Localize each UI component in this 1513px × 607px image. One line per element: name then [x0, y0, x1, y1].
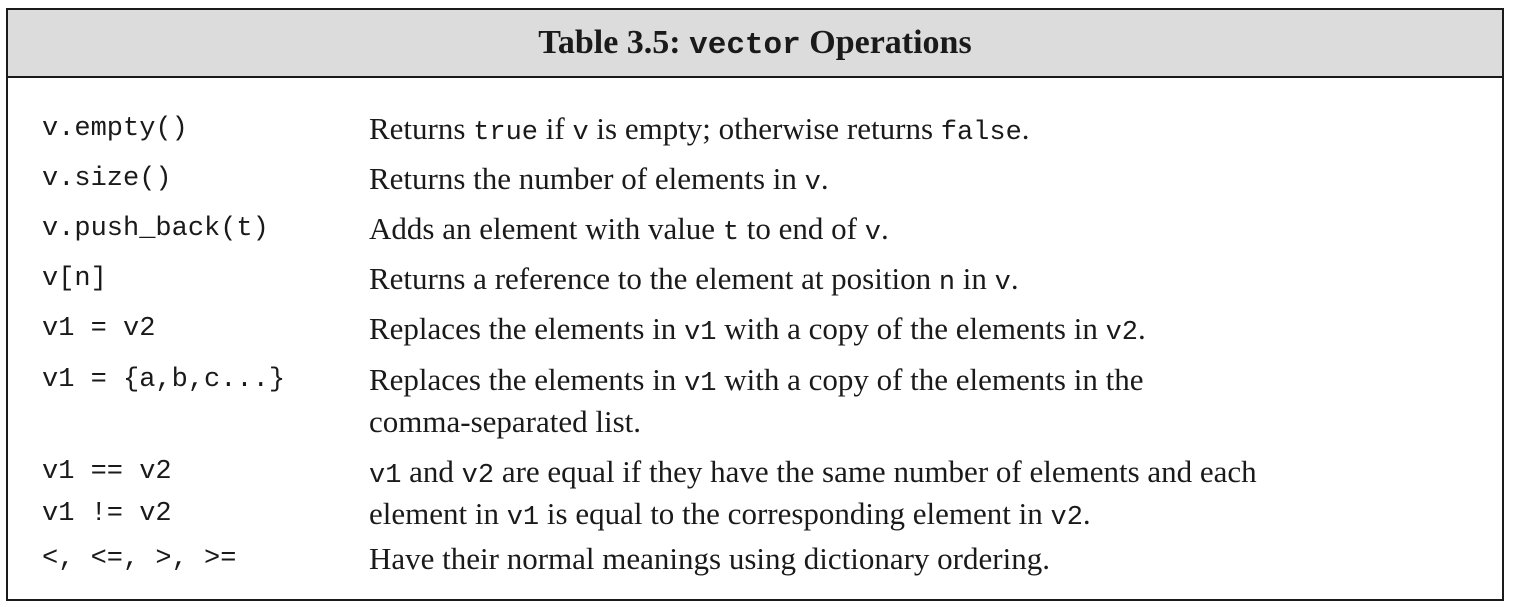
- operation-cell: v.empty(): [42, 114, 188, 144]
- desc-text: .: [1010, 261, 1019, 296]
- description-cell: Returns the number of elements in v.: [369, 158, 1484, 204]
- operation-cell: v1 = {a,b,c...}: [42, 365, 286, 395]
- description-cell: Returns true if v is empty; otherwise re…: [369, 108, 1484, 154]
- operation-cell: v1 == v2: [42, 457, 172, 487]
- table-body: v.empty() Returns true if v is empty; oth…: [8, 78, 1502, 599]
- desc-code: true: [473, 118, 538, 148]
- desc-code: t: [722, 218, 740, 248]
- desc-code: v2: [461, 461, 495, 491]
- desc-text: with a copy of the elements in: [716, 311, 1106, 346]
- desc-text: Returns a reference to the element at po…: [369, 261, 939, 296]
- desc-text: Replaces the elements in: [369, 311, 685, 346]
- operation-cell: <, <=, >, >=: [42, 544, 237, 574]
- desc-code: v1: [684, 318, 717, 348]
- desc-code: n: [938, 268, 956, 298]
- table-header: Table 3.5: vector Operations: [8, 10, 1502, 78]
- desc-text: element in: [369, 496, 507, 531]
- desc-text: in: [955, 261, 995, 296]
- desc-text: .: [1021, 111, 1030, 146]
- desc-text: and: [401, 454, 462, 489]
- title-prefix: Table 3.5:: [538, 23, 690, 61]
- desc-code: false: [940, 118, 1022, 148]
- desc-code: v: [994, 268, 1011, 298]
- desc-text: are equal if they have the same number o…: [494, 454, 1257, 489]
- table-frame: Table 3.5: vector Operations v.empty() Re…: [6, 8, 1504, 601]
- description-cell-continued: element in v1 is equal to the correspond…: [369, 493, 1484, 539]
- desc-text: Have their normal meanings using diction…: [369, 541, 1050, 576]
- desc-text: is equal to the corresponding element in: [539, 496, 1051, 531]
- desc-code: v1: [506, 503, 540, 533]
- desc-text: with a copy of the elements in the: [716, 362, 1144, 397]
- desc-code: v1: [369, 461, 402, 491]
- operation-cell: v[n]: [42, 264, 107, 294]
- operation-cell: v.size(): [42, 164, 172, 194]
- desc-text: Replaces the elements in: [369, 362, 685, 397]
- operation-cell: v.push_back(t): [42, 214, 269, 244]
- table-title: Table 3.5: vector Operations: [538, 24, 971, 63]
- description-cell: v1 and v2 are equal if they have the sam…: [369, 451, 1484, 497]
- desc-text: comma-separated list.: [369, 404, 642, 439]
- desc-text: .: [880, 211, 889, 246]
- desc-text: Returns the number of elements in: [369, 161, 805, 196]
- desc-text: Adds an element with value: [369, 211, 723, 246]
- desc-text: .: [1138, 311, 1146, 346]
- operation-cell: v1 = v2: [42, 314, 156, 344]
- desc-code: v2: [1105, 318, 1138, 348]
- desc-text: .: [820, 161, 829, 196]
- desc-code: v: [572, 118, 589, 148]
- description-cell: Returns a reference to the element at po…: [369, 258, 1484, 304]
- title-code: vector: [689, 27, 801, 63]
- description-cell: Replaces the elements in v1 with a copy …: [369, 308, 1484, 354]
- desc-code: v: [804, 168, 821, 198]
- desc-text: to end of: [739, 211, 865, 246]
- desc-text: if: [538, 111, 573, 146]
- description-cell: Have their normal meanings using diction…: [369, 538, 1484, 580]
- desc-text: is empty; otherwise returns: [588, 111, 941, 146]
- desc-code: v1: [684, 369, 717, 399]
- desc-text: Returns: [369, 111, 474, 146]
- desc-code: v2: [1050, 503, 1083, 533]
- desc-code: v: [864, 218, 881, 248]
- title-suffix: Operations: [800, 23, 972, 61]
- description-cell: Replaces the elements in v1 with a copy …: [369, 359, 1484, 405]
- description-cell-continued: comma-separated list.: [369, 401, 1484, 443]
- operation-cell-secondary: v1 != v2: [42, 499, 172, 529]
- desc-text: .: [1082, 496, 1091, 531]
- description-cell: Adds an element with value t to end of v…: [369, 208, 1484, 254]
